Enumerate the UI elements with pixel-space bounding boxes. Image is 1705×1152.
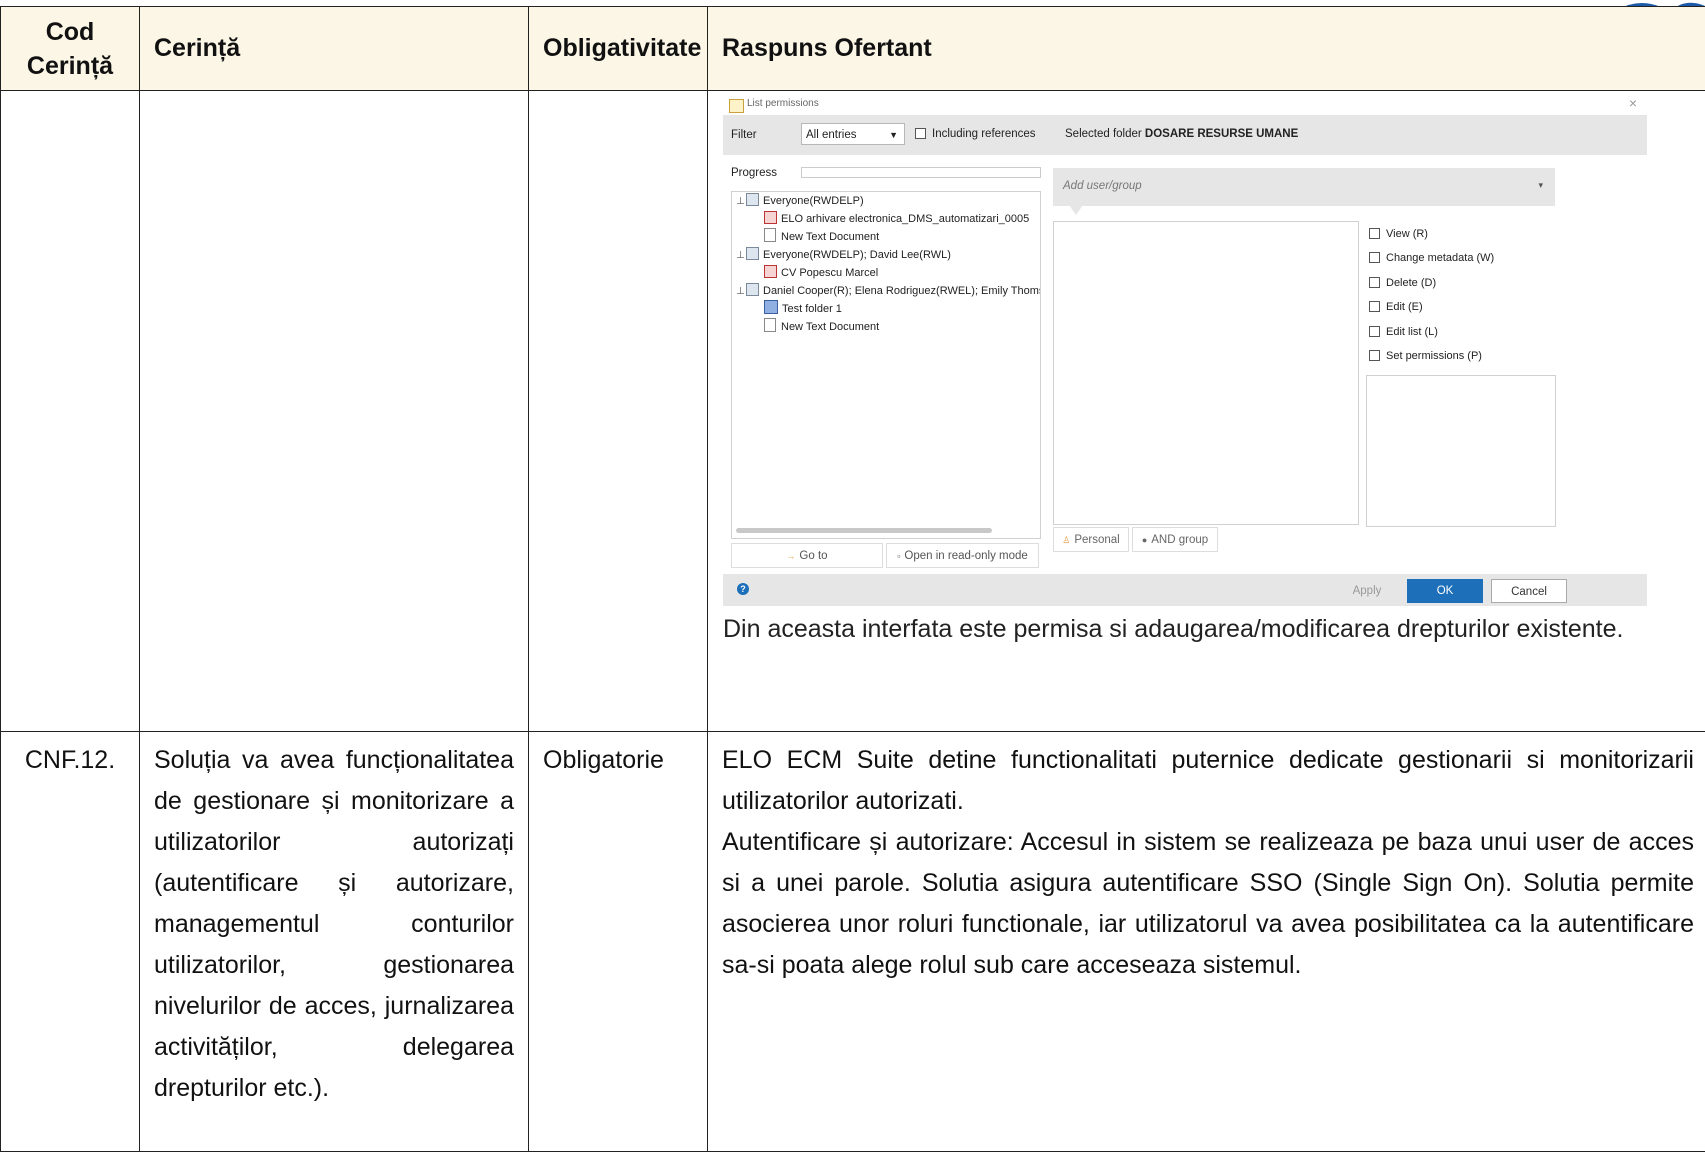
table-header-row: Cod Cerință Cerință Obligativitate Raspu… xyxy=(1,7,1705,91)
header-obligativitate: Obligativitate xyxy=(529,7,708,91)
document-lock-icon: ▫ xyxy=(897,551,900,561)
pdf-icon xyxy=(764,211,777,224)
tree-item[interactable]: ⊥Daniel Cooper(R); Elena Rodriguez(RWEL)… xyxy=(736,282,1041,300)
table-row: CNF.12. Soluția va avea funcționalitatea… xyxy=(1,732,1705,1152)
help-icon[interactable]: ? xyxy=(737,583,749,595)
close-icon[interactable]: × xyxy=(1629,95,1637,111)
row2-mandatory-cell: Obligatorie xyxy=(529,732,708,1152)
checkbox-icon xyxy=(1369,350,1380,361)
list-permissions-dialog: List permissions × Filter All entries ▼ … xyxy=(723,95,1647,658)
filter-label: Filter xyxy=(731,129,757,141)
group-icon xyxy=(746,247,759,260)
including-references-checkbox[interactable]: Including references xyxy=(915,128,1036,140)
perm-set-permissions-checkbox[interactable]: Set permissions (P) xyxy=(1369,350,1482,362)
selected-folder-info: Selected folder DOSARE RESURSE UMANE xyxy=(1065,128,1298,140)
personal-button[interactable]: ♙Personal xyxy=(1053,527,1129,552)
checkbox-icon xyxy=(1369,252,1380,263)
checkbox-icon xyxy=(915,128,926,139)
perm-view-checkbox[interactable]: View (R) xyxy=(1369,228,1428,240)
row2-response-paragraph-1: ELO ECM Suite detine functionalitati put… xyxy=(722,740,1694,822)
collapse-icon[interactable]: ⊥ xyxy=(736,247,746,265)
group-toggle-icon: ● xyxy=(1142,535,1147,545)
tree-item[interactable]: Test folder 1 xyxy=(764,300,842,318)
header-cod-cerinta: Cod Cerință xyxy=(1,7,140,91)
group-icon xyxy=(746,193,759,206)
go-to-button[interactable]: →Go to xyxy=(731,543,883,568)
dialog-title: List permissions xyxy=(747,98,819,109)
including-references-label: Including references xyxy=(932,128,1036,140)
row1-requirement-cell xyxy=(140,91,529,732)
checkbox-icon xyxy=(1369,228,1380,239)
tree-item[interactable]: CV Popescu Marcel xyxy=(764,264,878,282)
progress-bar xyxy=(801,167,1041,178)
group-icon xyxy=(746,283,759,296)
chevron-down-icon[interactable]: ▾ xyxy=(1538,180,1543,191)
row2-response-cell: ELO ECM Suite detine functionalitati put… xyxy=(708,732,1705,1152)
permissions-tree[interactable]: ⊥Everyone(RWDELP) ELO arhivare electroni… xyxy=(731,191,1041,539)
row2-code-cell: CNF.12. xyxy=(1,732,140,1152)
pdf-icon xyxy=(764,265,777,278)
tree-item[interactable]: ⊥Everyone(RWDELP) xyxy=(736,192,864,210)
filter-bar: Filter All entries ▼ Including reference… xyxy=(723,115,1647,155)
checkbox-icon xyxy=(1369,326,1380,337)
ok-button[interactable]: OK xyxy=(1407,579,1483,603)
row1-response-text: Din aceasta interfata este permisa si ad… xyxy=(709,609,1705,650)
dialog-app-icon xyxy=(729,99,744,113)
tree-item[interactable]: New Text Document xyxy=(764,318,879,336)
add-user-group-placeholder: Add user/group xyxy=(1063,180,1142,192)
text-document-icon xyxy=(764,228,776,242)
pointer-notch xyxy=(1069,205,1083,215)
perm-change-metadata-checkbox[interactable]: Change metadata (W) xyxy=(1369,252,1494,264)
filter-select-value: All entries xyxy=(806,129,857,141)
collapse-icon[interactable]: ⊥ xyxy=(736,193,746,211)
collapse-icon[interactable]: ⊥ xyxy=(736,283,746,301)
header-cerinta: Cerință xyxy=(140,7,529,91)
row1-mandatory-cell xyxy=(529,91,708,732)
tree-item[interactable]: ELO arhivare electronica_DMS_automatizar… xyxy=(764,210,1029,228)
progress-label: Progress xyxy=(731,167,777,179)
apply-button[interactable]: Apply xyxy=(1337,579,1397,603)
horizontal-scrollbar[interactable] xyxy=(736,528,992,533)
filter-select[interactable]: All entries ▼ xyxy=(801,123,905,145)
row1-response-cell: List permissions × Filter All entries ▼ … xyxy=(708,91,1705,732)
cancel-button[interactable]: Cancel xyxy=(1491,579,1567,603)
checkbox-icon xyxy=(1369,301,1380,312)
tree-item[interactable]: ⊥Everyone(RWDELP); David Lee(RWL) xyxy=(736,246,951,264)
row2-requirement-cell: Soluția va avea funcționalitatea de gest… xyxy=(140,732,529,1152)
selected-folder-name: DOSARE RESURSE UMANE xyxy=(1145,128,1298,140)
table-row: List permissions × Filter All entries ▼ … xyxy=(1,91,1705,732)
perm-delete-checkbox[interactable]: Delete (D) xyxy=(1369,277,1436,289)
perm-edit-checkbox[interactable]: Edit (E) xyxy=(1369,301,1423,313)
row2-response-paragraph-2: Autentificare și autorizare: Accesul in … xyxy=(722,822,1694,986)
person-icon: ♙ xyxy=(1062,535,1070,545)
add-user-group-field[interactable]: Add user/group ▾ xyxy=(1053,168,1555,206)
perm-edit-list-checkbox[interactable]: Edit list (L) xyxy=(1369,326,1438,338)
user-group-list[interactable] xyxy=(1053,221,1359,525)
arrow-right-icon: → xyxy=(786,551,795,561)
and-group-button[interactable]: ●AND group xyxy=(1132,527,1218,552)
folder-icon xyxy=(764,300,778,314)
chevron-down-icon: ▼ xyxy=(889,124,898,146)
requirements-table: Cod Cerință Cerință Obligativitate Raspu… xyxy=(0,6,1705,1152)
open-read-only-button[interactable]: ▫Open in read-only mode xyxy=(886,543,1039,568)
dialog-footer: ? Apply OK Cancel xyxy=(723,574,1647,606)
header-raspuns-ofertant: Raspuns Ofertant xyxy=(708,7,1705,91)
text-document-icon xyxy=(764,318,776,332)
permission-details-panel xyxy=(1366,375,1556,527)
selected-folder-prefix: Selected folder xyxy=(1065,128,1142,140)
row1-code-cell xyxy=(1,91,140,732)
tree-item[interactable]: New Text Document xyxy=(764,228,879,246)
checkbox-icon xyxy=(1369,277,1380,288)
